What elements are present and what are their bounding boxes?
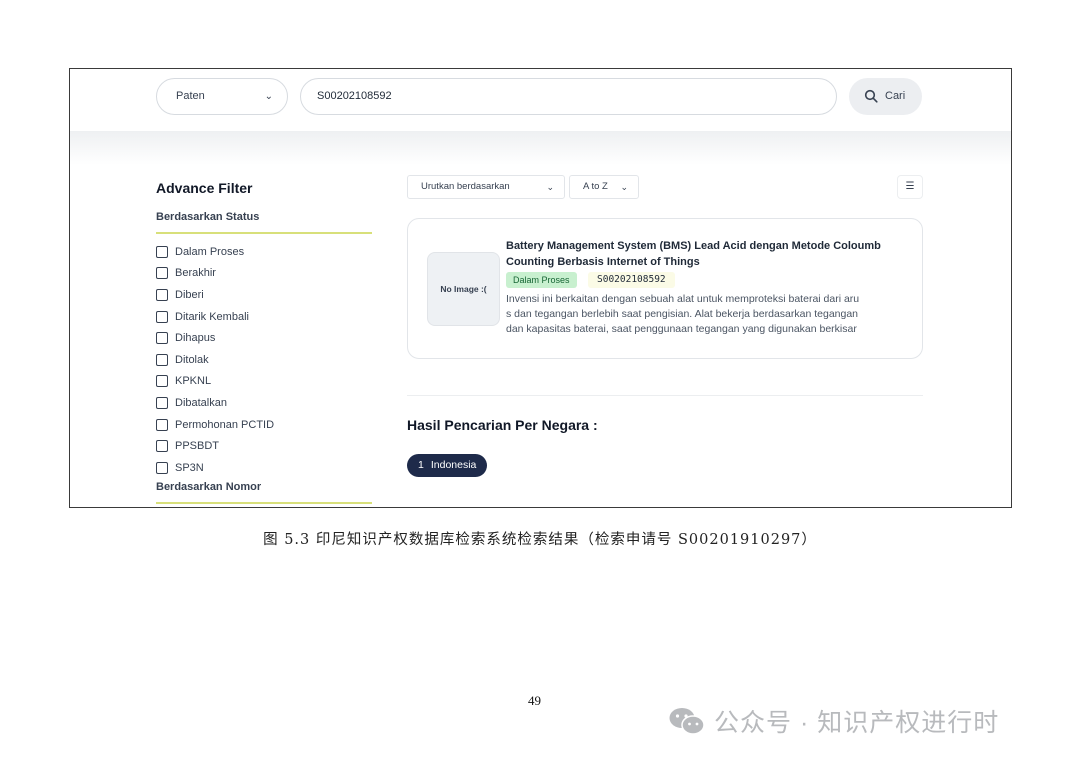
status-option-label: Ditolak <box>175 353 209 366</box>
search-header: Paten ⌄ S00202108592 Cari <box>70 69 1011 131</box>
country-results-heading: Hasil Pencarian Per Negara : <box>407 417 598 433</box>
result-card[interactable]: No Image :( Battery Management System (B… <box>407 218 923 359</box>
no-image-placeholder: No Image :( <box>427 252 500 326</box>
search-input-value: S00202108592 <box>317 90 392 102</box>
checkbox[interactable] <box>156 245 168 258</box>
status-option[interactable]: Berakhir <box>156 263 274 285</box>
checkbox[interactable] <box>156 310 168 323</box>
status-option[interactable]: Permohonan PCTID <box>156 414 274 436</box>
checkbox[interactable] <box>156 267 168 280</box>
status-option[interactable]: KPKNL <box>156 371 274 393</box>
checkbox[interactable] <box>156 440 168 453</box>
search-button-label: Cari <box>885 90 906 102</box>
section-divider <box>407 395 923 396</box>
list-view-button[interactable]: ☰ <box>897 175 923 199</box>
abstract-line: dan kapasitas baterai, saat penggunaan t… <box>506 323 857 335</box>
chevron-down-icon: ⌄ <box>546 182 554 192</box>
page-number: 49 <box>528 693 541 708</box>
abstract-line: Invensi ini berkaitan dengan sebuah alat… <box>506 293 860 305</box>
result-abstract: Invensi ini berkaitan dengan sebuah alat… <box>506 292 903 337</box>
number-filter-heading: Berdasarkan Nomor <box>156 481 262 493</box>
status-option-label: Dalam Proses <box>175 245 245 258</box>
watermark-text: 公众号 · 知识产权进行时 <box>714 709 1000 737</box>
status-option[interactable]: Ditarik Kembali <box>156 306 274 328</box>
checkbox[interactable] <box>156 353 168 366</box>
status-option-label: Berakhir <box>175 267 216 280</box>
abstract-line: s dan tegangan berlebih saat pengisian. … <box>506 308 859 320</box>
status-filter-list: Dalam Proses Berakhir Diberi Ditarik Kem… <box>156 241 274 479</box>
checkbox[interactable] <box>156 288 168 301</box>
status-option[interactable]: Dihapus <box>156 327 274 349</box>
country-name: Indonesia <box>430 459 477 471</box>
checkbox[interactable] <box>156 396 168 409</box>
screenshot-frame: Paten ⌄ S00202108592 Cari Advance Filter… <box>69 68 1012 508</box>
checkbox[interactable] <box>156 375 168 388</box>
status-option-label: KPKNL <box>175 375 212 388</box>
result-title[interactable]: Battery Management System (BMS) Lead Aci… <box>506 238 906 270</box>
checkbox[interactable] <box>156 332 168 345</box>
status-option[interactable]: PPSBDT <box>156 435 274 457</box>
sort-by-label: Urutkan berdasarkan <box>421 181 510 192</box>
list-view-icon: ☰ <box>905 181 915 192</box>
number-filter-underline <box>156 502 372 504</box>
search-icon <box>864 89 878 103</box>
status-option-label: Ditarik Kembali <box>175 310 249 323</box>
status-option-label: SP3N <box>175 461 204 474</box>
chevron-down-icon: ⌄ <box>264 91 273 102</box>
status-option-label: Dibatalkan <box>175 396 227 409</box>
order-label: A to Z <box>583 181 608 192</box>
type-select[interactable]: Paten ⌄ <box>156 78 288 115</box>
wechat-icon <box>669 708 705 735</box>
status-option-label: PPSBDT <box>175 440 220 453</box>
filter-title: Advance Filter <box>156 180 253 196</box>
status-option[interactable]: Dalam Proses <box>156 241 274 263</box>
checkbox[interactable] <box>156 461 168 474</box>
country-filter-pill[interactable]: 1 Indonesia <box>407 454 488 477</box>
type-select-value: Paten <box>176 90 205 102</box>
status-badge: Dalam Proses <box>506 272 577 288</box>
status-filter-underline <box>156 232 372 234</box>
status-option-label: Dihapus <box>175 332 216 345</box>
status-option[interactable]: Dibatalkan <box>156 392 274 414</box>
sort-by-select[interactable]: Urutkan berdasarkan ⌄ <box>407 175 565 199</box>
search-input[interactable]: S00202108592 <box>300 78 837 115</box>
header-shadow <box>70 131 1011 165</box>
watermark: 公众号 · 知识产权进行时 <box>668 703 999 739</box>
application-number-badge: S00202108592 <box>588 272 675 288</box>
status-option-label: Permohonan PCTID <box>175 418 275 431</box>
figure-caption: 图 5.3 印尼知识产权数据库检索系统检索结果（检索申请号 S002019102… <box>263 532 817 548</box>
status-option[interactable]: Diberi <box>156 284 274 306</box>
chevron-down-icon: ⌄ <box>620 182 628 192</box>
search-button[interactable]: Cari <box>849 78 922 115</box>
country-count: 1 <box>418 459 424 471</box>
status-option[interactable]: SP3N <box>156 457 274 479</box>
checkbox[interactable] <box>156 418 168 431</box>
status-filter-heading: Berdasarkan Status <box>156 211 260 223</box>
status-option-label: Diberi <box>175 288 204 301</box>
order-select[interactable]: A to Z ⌄ <box>569 175 639 199</box>
status-option[interactable]: Ditolak <box>156 349 274 371</box>
